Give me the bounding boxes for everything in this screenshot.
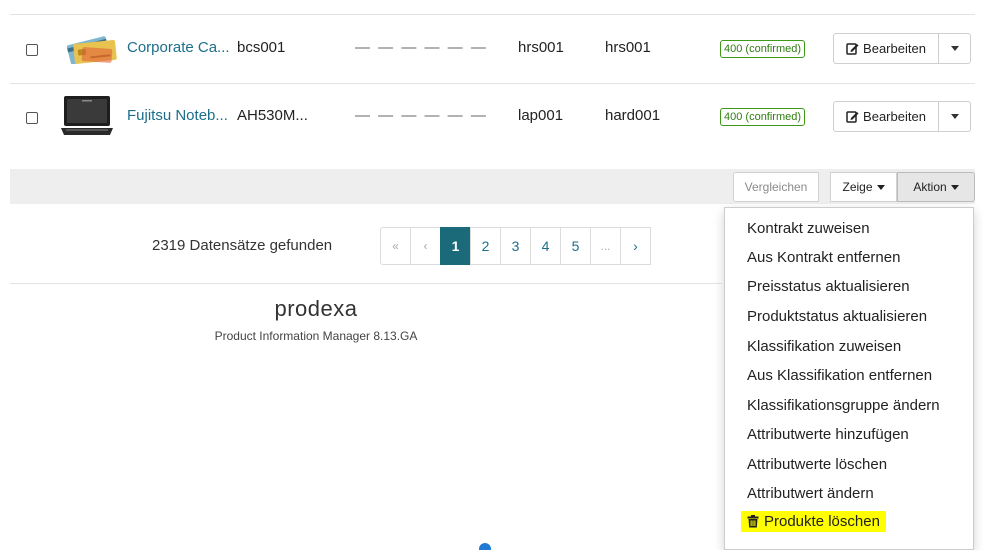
table-row: Corporate Ca... bcs001 — — — — — — hrs00…	[10, 16, 975, 84]
show-button-label: Zeige	[842, 180, 873, 194]
page-button-1[interactable]: 1	[440, 227, 471, 265]
caret-down-icon	[950, 184, 959, 190]
edit-button-group: Bearbeiten	[833, 33, 971, 64]
menu-item-remove-contract[interactable]: Aus Kontrakt entfernen	[747, 249, 900, 266]
edit-button[interactable]: Bearbeiten	[834, 34, 939, 63]
next-page-button[interactable]: ›	[620, 227, 651, 265]
empty-columns: — — — — — —	[355, 39, 488, 56]
action-menu: Kontrakt zuweisen Aus Kontrakt entfernen…	[724, 207, 974, 550]
row-divider-top	[10, 14, 975, 15]
product-name-link[interactable]: Corporate Ca...	[127, 39, 230, 56]
compare-button[interactable]: Vergleichen	[733, 172, 819, 202]
prev-page-button[interactable]: ‹	[410, 227, 441, 265]
logo-text: prodexa	[274, 296, 358, 321]
table-row: Fujitsu Noteb... AH530M... — — — — — — l…	[10, 84, 975, 152]
credit-cards-image	[60, 34, 122, 69]
page-button-5[interactable]: 5	[560, 227, 591, 265]
menu-item-remove-classification[interactable]: Aus Klassifikation entfernen	[747, 367, 932, 384]
footer-divider	[10, 283, 722, 284]
page-ellipsis: ...	[590, 227, 621, 265]
version-text: Product Information Manager 8.13.GA	[214, 329, 418, 343]
caret-down-icon	[950, 46, 959, 51]
edit-dropdown-toggle[interactable]	[939, 102, 970, 131]
product-code: hrs001	[518, 39, 564, 56]
list-toolbar: Vergleichen Zeige Aktion	[10, 169, 975, 204]
product-group: hard001	[605, 107, 661, 124]
menu-item-assign-contract[interactable]: Kontrakt zuweisen	[747, 220, 870, 237]
status-badge: 400 (confirmed)	[720, 40, 806, 58]
caret-down-icon	[876, 184, 885, 190]
product-sku: AH530M...	[237, 107, 308, 124]
trash-icon	[747, 515, 759, 528]
edit-button-label: Bearbeiten	[863, 41, 926, 56]
menu-item-change-attribute-value[interactable]: Attributwert ändern	[747, 485, 874, 502]
caret-down-icon	[950, 114, 959, 119]
page-button-4[interactable]: 4	[530, 227, 561, 265]
product-sku: bcs001	[237, 39, 286, 56]
pagination: « ‹ 1 2 3 4 5 ... ›	[380, 227, 651, 265]
delete-products-label: Produkte löschen	[764, 513, 880, 530]
edit-button-label: Bearbeiten	[863, 109, 926, 124]
menu-item-delete-attribute-values[interactable]: Attributwerte löschen	[747, 456, 887, 473]
status-badge: 400 (confirmed)	[720, 108, 806, 126]
loading-indicator	[479, 543, 491, 550]
action-dropdown-button[interactable]: Aktion	[897, 172, 975, 202]
page-button-3[interactable]: 3	[500, 227, 531, 265]
edit-button-group: Bearbeiten	[833, 101, 971, 132]
row-checkbox[interactable]	[26, 112, 38, 124]
menu-item-delete-products[interactable]: Produkte löschen	[741, 511, 886, 532]
action-button-label: Aktion	[913, 180, 947, 194]
records-found-count: 2319 Datensätze gefunden	[152, 237, 333, 254]
edit-icon	[846, 111, 859, 123]
product-group: hrs001	[605, 39, 651, 56]
prodexa-logo: prodexa	[0, 296, 632, 322]
menu-item-change-classification-group[interactable]: Klassifikationsgruppe ändern	[747, 397, 940, 414]
page-button-2[interactable]: 2	[470, 227, 501, 265]
product-code: lap001	[518, 107, 564, 124]
menu-item-add-attribute-values[interactable]: Attributwerte hinzufügen	[747, 426, 909, 443]
product-name-link[interactable]: Fujitsu Noteb...	[127, 107, 228, 124]
menu-item-update-price-status[interactable]: Preisstatus aktualisieren	[747, 278, 910, 295]
edit-icon	[846, 43, 859, 55]
menu-item-assign-classification[interactable]: Klassifikation zuweisen	[747, 338, 901, 355]
empty-columns: — — — — — —	[355, 107, 488, 124]
first-page-button[interactable]: «	[380, 227, 411, 265]
edit-button[interactable]: Bearbeiten	[834, 102, 939, 131]
edit-dropdown-toggle[interactable]	[939, 34, 970, 63]
show-dropdown-button[interactable]: Zeige	[830, 172, 897, 202]
laptop-image	[60, 95, 114, 142]
row-checkbox[interactable]	[26, 44, 38, 56]
menu-item-update-product-status[interactable]: Produktstatus aktualisieren	[747, 308, 927, 325]
